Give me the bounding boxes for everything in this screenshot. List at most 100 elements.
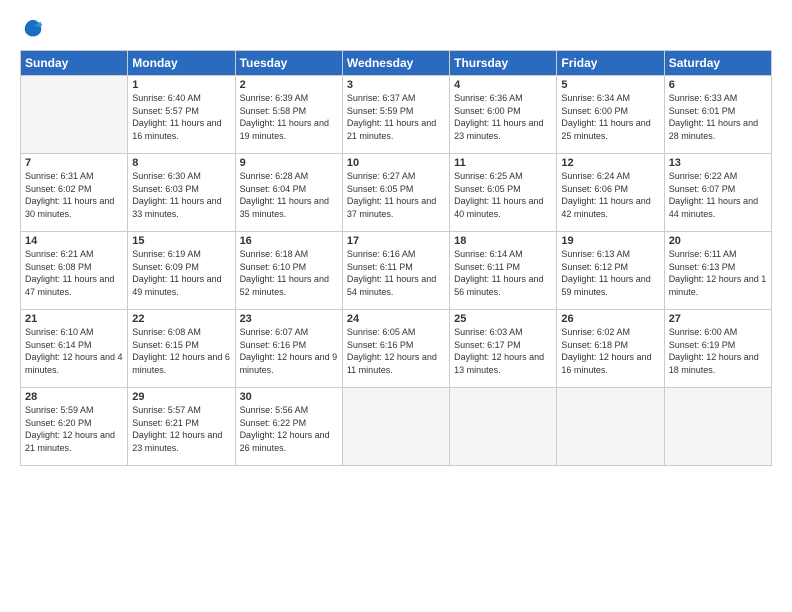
calendar-cell: 21Sunrise: 6:10 AM Sunset: 6:14 PM Dayli… <box>21 310 128 388</box>
day-info: Sunrise: 6:19 AM Sunset: 6:09 PM Dayligh… <box>132 248 230 298</box>
calendar-week-3: 14Sunrise: 6:21 AM Sunset: 6:08 PM Dayli… <box>21 232 772 310</box>
day-number: 14 <box>25 235 123 247</box>
calendar-cell <box>342 388 449 466</box>
calendar-cell: 6Sunrise: 6:33 AM Sunset: 6:01 PM Daylig… <box>664 76 771 154</box>
day-info: Sunrise: 6:37 AM Sunset: 5:59 PM Dayligh… <box>347 92 445 142</box>
calendar-week-1: 1Sunrise: 6:40 AM Sunset: 5:57 PM Daylig… <box>21 76 772 154</box>
day-info: Sunrise: 5:59 AM Sunset: 6:20 PM Dayligh… <box>25 404 123 454</box>
calendar-cell: 12Sunrise: 6:24 AM Sunset: 6:06 PM Dayli… <box>557 154 664 232</box>
day-info: Sunrise: 6:16 AM Sunset: 6:11 PM Dayligh… <box>347 248 445 298</box>
day-number: 25 <box>454 313 552 325</box>
day-number: 9 <box>240 157 338 169</box>
day-info: Sunrise: 6:02 AM Sunset: 6:18 PM Dayligh… <box>561 326 659 376</box>
weekday-header-row: SundayMondayTuesdayWednesdayThursdayFrid… <box>21 51 772 76</box>
calendar-cell: 13Sunrise: 6:22 AM Sunset: 6:07 PM Dayli… <box>664 154 771 232</box>
weekday-saturday: Saturday <box>664 51 771 76</box>
calendar-week-2: 7Sunrise: 6:31 AM Sunset: 6:02 PM Daylig… <box>21 154 772 232</box>
weekday-sunday: Sunday <box>21 51 128 76</box>
day-number: 18 <box>454 235 552 247</box>
day-info: Sunrise: 6:36 AM Sunset: 6:00 PM Dayligh… <box>454 92 552 142</box>
day-info: Sunrise: 6:39 AM Sunset: 5:58 PM Dayligh… <box>240 92 338 142</box>
page: SundayMondayTuesdayWednesdayThursdayFrid… <box>0 0 792 612</box>
weekday-wednesday: Wednesday <box>342 51 449 76</box>
day-number: 29 <box>132 391 230 403</box>
day-number: 27 <box>669 313 767 325</box>
day-info: Sunrise: 6:10 AM Sunset: 6:14 PM Dayligh… <box>25 326 123 376</box>
day-number: 12 <box>561 157 659 169</box>
calendar-cell: 17Sunrise: 6:16 AM Sunset: 6:11 PM Dayli… <box>342 232 449 310</box>
day-info: Sunrise: 6:28 AM Sunset: 6:04 PM Dayligh… <box>240 170 338 220</box>
day-number: 26 <box>561 313 659 325</box>
day-number: 13 <box>669 157 767 169</box>
calendar-cell: 4Sunrise: 6:36 AM Sunset: 6:00 PM Daylig… <box>450 76 557 154</box>
day-info: Sunrise: 6:30 AM Sunset: 6:03 PM Dayligh… <box>132 170 230 220</box>
weekday-tuesday: Tuesday <box>235 51 342 76</box>
day-info: Sunrise: 6:08 AM Sunset: 6:15 PM Dayligh… <box>132 326 230 376</box>
calendar-cell: 28Sunrise: 5:59 AM Sunset: 6:20 PM Dayli… <box>21 388 128 466</box>
day-number: 5 <box>561 79 659 91</box>
logo-icon <box>22 18 44 40</box>
calendar-cell: 16Sunrise: 6:18 AM Sunset: 6:10 PM Dayli… <box>235 232 342 310</box>
calendar-cell: 30Sunrise: 5:56 AM Sunset: 6:22 PM Dayli… <box>235 388 342 466</box>
day-number: 15 <box>132 235 230 247</box>
calendar-cell: 26Sunrise: 6:02 AM Sunset: 6:18 PM Dayli… <box>557 310 664 388</box>
calendar-cell: 8Sunrise: 6:30 AM Sunset: 6:03 PM Daylig… <box>128 154 235 232</box>
day-number: 16 <box>240 235 338 247</box>
day-info: Sunrise: 6:11 AM Sunset: 6:13 PM Dayligh… <box>669 248 767 298</box>
calendar-week-5: 28Sunrise: 5:59 AM Sunset: 6:20 PM Dayli… <box>21 388 772 466</box>
calendar-cell: 19Sunrise: 6:13 AM Sunset: 6:12 PM Dayli… <box>557 232 664 310</box>
calendar-cell: 7Sunrise: 6:31 AM Sunset: 6:02 PM Daylig… <box>21 154 128 232</box>
day-number: 20 <box>669 235 767 247</box>
calendar-cell: 22Sunrise: 6:08 AM Sunset: 6:15 PM Dayli… <box>128 310 235 388</box>
calendar-table: SundayMondayTuesdayWednesdayThursdayFrid… <box>20 50 772 466</box>
calendar-cell: 11Sunrise: 6:25 AM Sunset: 6:05 PM Dayli… <box>450 154 557 232</box>
day-info: Sunrise: 6:14 AM Sunset: 6:11 PM Dayligh… <box>454 248 552 298</box>
weekday-monday: Monday <box>128 51 235 76</box>
calendar-cell: 18Sunrise: 6:14 AM Sunset: 6:11 PM Dayli… <box>450 232 557 310</box>
day-number: 22 <box>132 313 230 325</box>
weekday-thursday: Thursday <box>450 51 557 76</box>
calendar-cell: 10Sunrise: 6:27 AM Sunset: 6:05 PM Dayli… <box>342 154 449 232</box>
day-info: Sunrise: 6:18 AM Sunset: 6:10 PM Dayligh… <box>240 248 338 298</box>
calendar-cell: 24Sunrise: 6:05 AM Sunset: 6:16 PM Dayli… <box>342 310 449 388</box>
day-info: Sunrise: 6:03 AM Sunset: 6:17 PM Dayligh… <box>454 326 552 376</box>
weekday-friday: Friday <box>557 51 664 76</box>
calendar-cell: 23Sunrise: 6:07 AM Sunset: 6:16 PM Dayli… <box>235 310 342 388</box>
day-info: Sunrise: 6:13 AM Sunset: 6:12 PM Dayligh… <box>561 248 659 298</box>
day-number: 2 <box>240 79 338 91</box>
calendar-cell: 20Sunrise: 6:11 AM Sunset: 6:13 PM Dayli… <box>664 232 771 310</box>
header <box>20 18 772 40</box>
day-number: 28 <box>25 391 123 403</box>
day-info: Sunrise: 6:33 AM Sunset: 6:01 PM Dayligh… <box>669 92 767 142</box>
day-number: 4 <box>454 79 552 91</box>
day-info: Sunrise: 6:31 AM Sunset: 6:02 PM Dayligh… <box>25 170 123 220</box>
calendar-cell: 1Sunrise: 6:40 AM Sunset: 5:57 PM Daylig… <box>128 76 235 154</box>
calendar-cell: 5Sunrise: 6:34 AM Sunset: 6:00 PM Daylig… <box>557 76 664 154</box>
calendar-cell <box>557 388 664 466</box>
calendar-cell: 14Sunrise: 6:21 AM Sunset: 6:08 PM Dayli… <box>21 232 128 310</box>
calendar-cell: 9Sunrise: 6:28 AM Sunset: 6:04 PM Daylig… <box>235 154 342 232</box>
calendar-cell <box>664 388 771 466</box>
day-info: Sunrise: 6:40 AM Sunset: 5:57 PM Dayligh… <box>132 92 230 142</box>
calendar-cell <box>21 76 128 154</box>
calendar-cell <box>450 388 557 466</box>
day-number: 11 <box>454 157 552 169</box>
calendar-cell: 25Sunrise: 6:03 AM Sunset: 6:17 PM Dayli… <box>450 310 557 388</box>
day-number: 17 <box>347 235 445 247</box>
calendar-cell: 2Sunrise: 6:39 AM Sunset: 5:58 PM Daylig… <box>235 76 342 154</box>
day-info: Sunrise: 6:24 AM Sunset: 6:06 PM Dayligh… <box>561 170 659 220</box>
day-info: Sunrise: 6:00 AM Sunset: 6:19 PM Dayligh… <box>669 326 767 376</box>
calendar-cell: 29Sunrise: 5:57 AM Sunset: 6:21 PM Dayli… <box>128 388 235 466</box>
day-number: 3 <box>347 79 445 91</box>
calendar-cell: 15Sunrise: 6:19 AM Sunset: 6:09 PM Dayli… <box>128 232 235 310</box>
calendar-cell: 27Sunrise: 6:00 AM Sunset: 6:19 PM Dayli… <box>664 310 771 388</box>
day-info: Sunrise: 5:56 AM Sunset: 6:22 PM Dayligh… <box>240 404 338 454</box>
day-info: Sunrise: 6:22 AM Sunset: 6:07 PM Dayligh… <box>669 170 767 220</box>
day-number: 23 <box>240 313 338 325</box>
logo <box>20 18 44 40</box>
day-info: Sunrise: 5:57 AM Sunset: 6:21 PM Dayligh… <box>132 404 230 454</box>
day-number: 30 <box>240 391 338 403</box>
day-info: Sunrise: 6:07 AM Sunset: 6:16 PM Dayligh… <box>240 326 338 376</box>
day-number: 8 <box>132 157 230 169</box>
day-number: 1 <box>132 79 230 91</box>
